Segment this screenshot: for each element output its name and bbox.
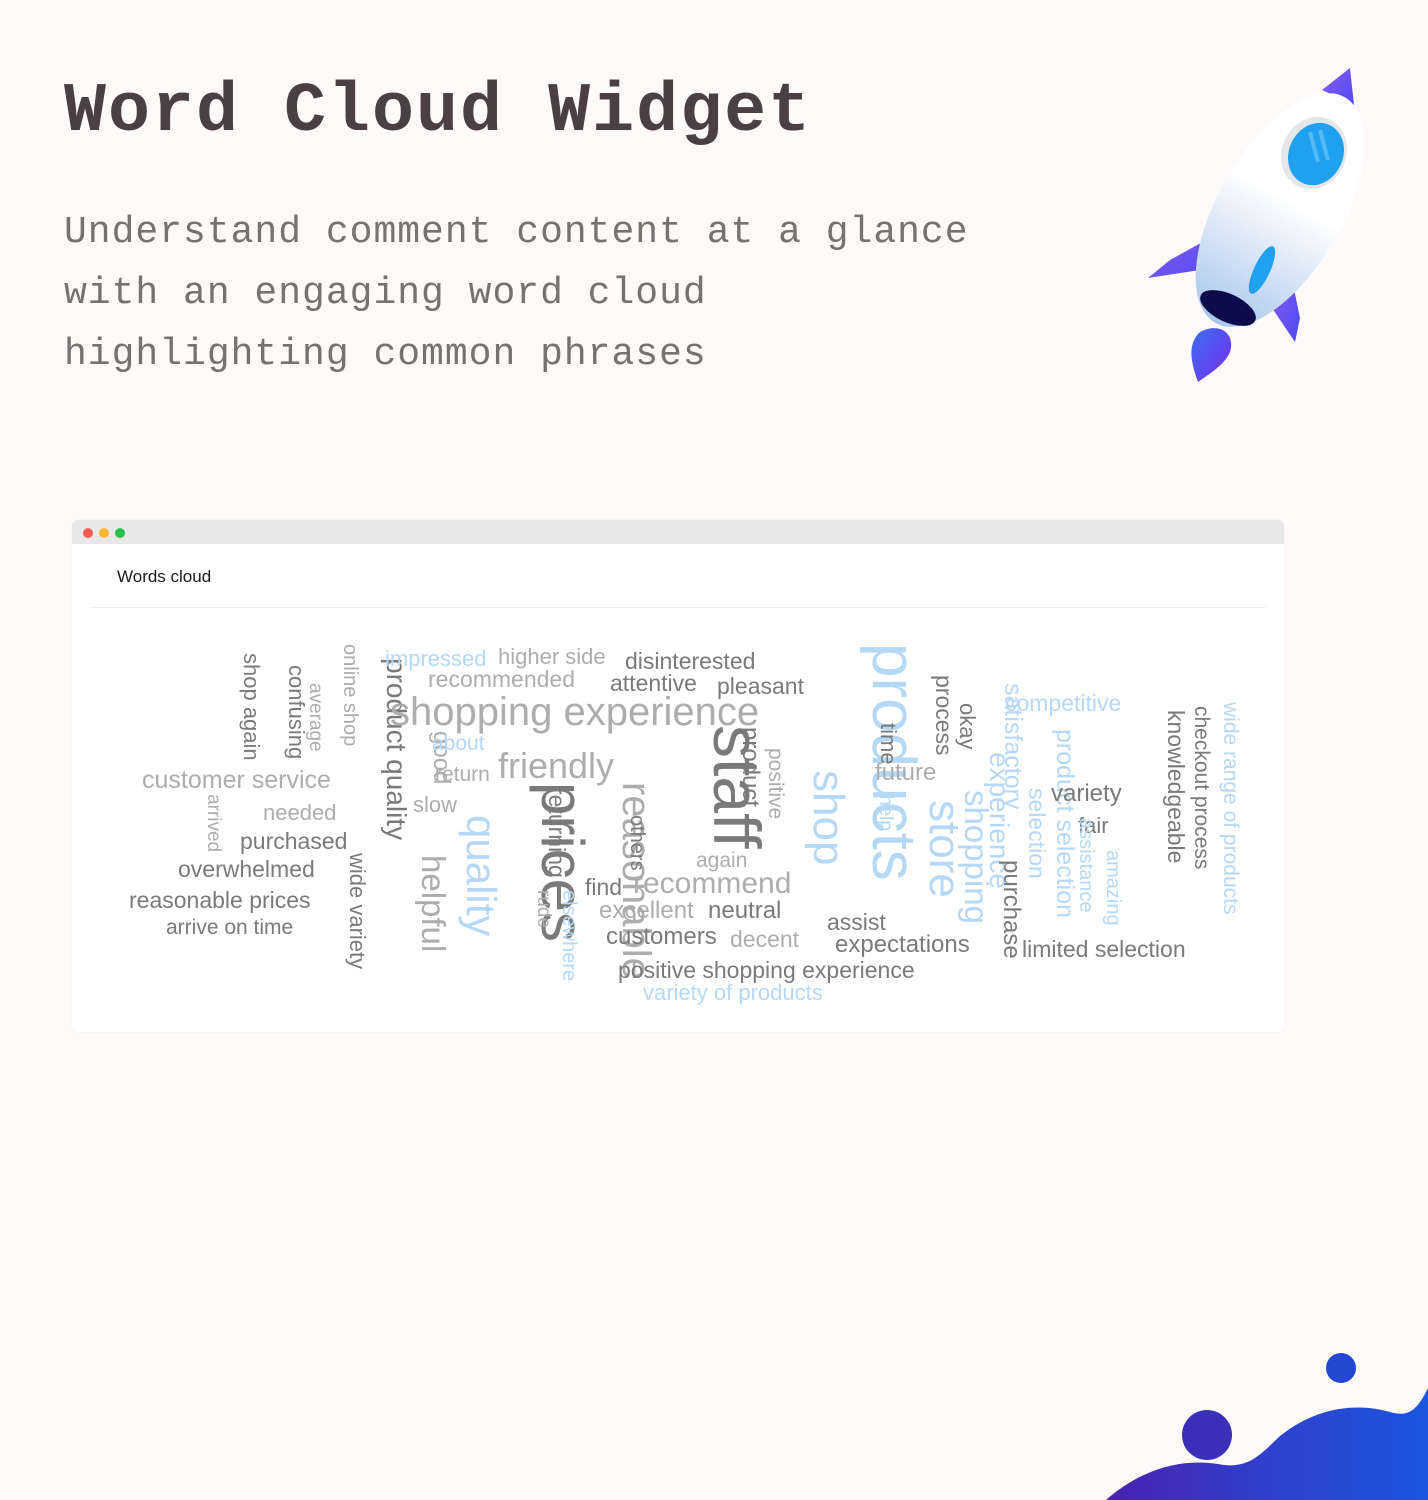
cloud-word[interactable]: attentive bbox=[610, 672, 697, 695]
wave-dot-small bbox=[1326, 1353, 1356, 1383]
cloud-word[interactable]: elsewhere bbox=[558, 890, 580, 981]
cloud-word[interactable]: knowledgeable bbox=[1163, 710, 1189, 863]
cloud-word[interactable]: pleasant bbox=[717, 675, 804, 698]
page-subtitle: Understand comment content at a glance w… bbox=[64, 202, 1124, 385]
cloud-word[interactable]: assistance bbox=[1075, 818, 1097, 913]
cloud-word[interactable]: checkout process bbox=[1190, 706, 1213, 869]
word-cloud-window: Words cloud shop again confusing average on… bbox=[72, 520, 1284, 1032]
cloud-word[interactable]: average bbox=[305, 683, 326, 752]
cloud-word[interactable]: positive shopping experience bbox=[618, 959, 915, 982]
cloud-word[interactable]: amazing bbox=[1102, 850, 1124, 926]
cloud-word[interactable]: returning bbox=[544, 787, 570, 878]
cloud-word[interactable]: rude bbox=[533, 890, 554, 928]
cloud-word[interactable]: okay bbox=[955, 703, 980, 749]
cloud-word[interactable]: others bbox=[626, 815, 648, 871]
cloud-word[interactable]: shop again bbox=[239, 653, 264, 761]
cloud-word[interactable]: find bbox=[585, 876, 622, 899]
cloud-word[interactable]: product bbox=[737, 727, 764, 807]
cloud-word[interactable]: limited selection bbox=[1022, 938, 1186, 961]
cloud-word[interactable]: excellent bbox=[599, 899, 694, 923]
cloud-word[interactable]: wide variety bbox=[345, 853, 370, 969]
cloud-word[interactable]: customer service bbox=[142, 768, 331, 793]
cloud-word[interactable]: variety bbox=[1051, 782, 1122, 806]
cloud-word[interactable]: variety of products bbox=[643, 982, 823, 1004]
wave-decoration-icon bbox=[1106, 1353, 1428, 1500]
cloud-word[interactable]: future bbox=[875, 761, 936, 785]
cloud-word[interactable]: customers bbox=[606, 925, 717, 949]
cloud-word[interactable]: process bbox=[931, 675, 957, 756]
cloud-word[interactable]: expectations bbox=[835, 933, 970, 957]
cloud-word[interactable]: quality bbox=[458, 815, 505, 936]
cloud-word[interactable]: shop bbox=[804, 770, 853, 865]
cloud-word[interactable]: slow bbox=[413, 794, 457, 816]
cloud-word[interactable]: online shop bbox=[339, 644, 361, 746]
cloud-word[interactable]: competitive bbox=[1005, 692, 1121, 715]
cloud-word[interactable]: product selection bbox=[1051, 729, 1079, 918]
cloud-word[interactable]: wide range of products bbox=[1219, 702, 1242, 914]
cloud-word[interactable]: neutral bbox=[708, 899, 781, 923]
cloud-word[interactable]: overwhelmed bbox=[178, 858, 315, 881]
cloud-word[interactable]: selection bbox=[1024, 788, 1050, 879]
cloud-word[interactable]: purchase bbox=[998, 860, 1025, 959]
cloud-word[interactable]: higher side bbox=[498, 646, 606, 668]
wave-dot-large bbox=[1182, 1410, 1232, 1460]
cloud-word[interactable]: recommended bbox=[428, 668, 575, 691]
cloud-word[interactable]: about bbox=[432, 733, 485, 754]
cloud-word[interactable]: friendly bbox=[498, 748, 614, 784]
cloud-word[interactable]: purchased bbox=[240, 830, 347, 853]
word-cloud: shop again confusing average online shop pro… bbox=[72, 520, 1284, 1032]
cloud-word[interactable]: helpful bbox=[415, 855, 452, 952]
cloud-word[interactable]: product quality bbox=[381, 658, 412, 840]
cloud-word[interactable]: reasonable prices bbox=[129, 889, 311, 912]
cloud-word[interactable]: arrive on time bbox=[166, 917, 293, 938]
rocket-icon bbox=[1148, 68, 1365, 382]
cloud-word[interactable]: confusing bbox=[284, 665, 309, 759]
subtitle-line: Understand comment content at a glance bbox=[64, 211, 969, 254]
cloud-word[interactable]: positive bbox=[764, 748, 787, 819]
subtitle-line: highlighting common phrases bbox=[64, 333, 707, 376]
cloud-word[interactable]: return bbox=[435, 764, 490, 785]
cloud-word[interactable]: help bbox=[875, 795, 896, 831]
rocket-flame bbox=[1191, 328, 1232, 382]
cloud-word[interactable]: recommend bbox=[633, 869, 791, 899]
cloud-word[interactable]: decent bbox=[730, 928, 799, 951]
subtitle-line: with an engaging word cloud bbox=[64, 272, 707, 315]
cloud-word[interactable]: arrived bbox=[203, 794, 224, 852]
cloud-word[interactable]: needed bbox=[263, 802, 336, 824]
page-title: Word Cloud Widget bbox=[64, 73, 813, 152]
